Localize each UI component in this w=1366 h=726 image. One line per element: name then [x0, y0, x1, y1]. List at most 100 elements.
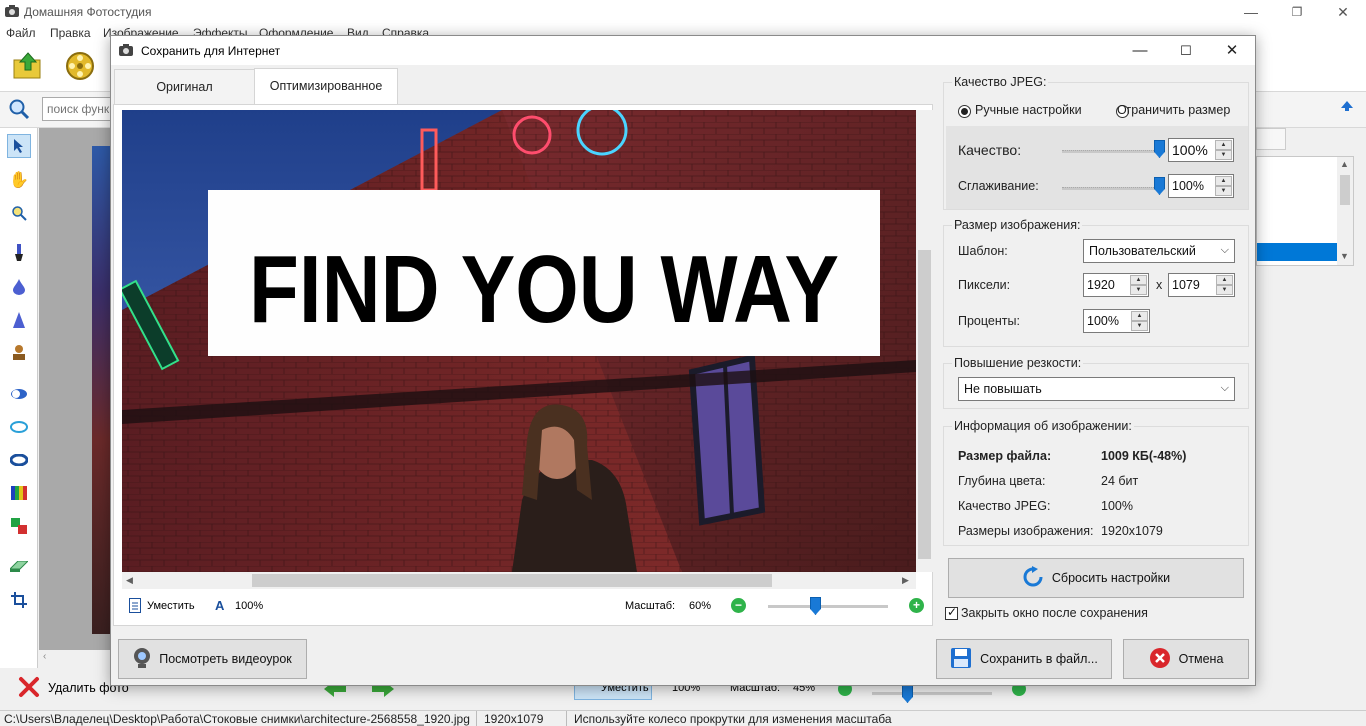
save-for-web-dialog: Сохранить для Интернет — ☐ ✕ Оригинал Оп…	[110, 35, 1256, 686]
app-close-button[interactable]: ✕	[1320, 0, 1366, 24]
bottom-zoom-slider-knob[interactable]	[902, 685, 913, 703]
width-spinbox[interactable]: 1920 ▲ ▼	[1083, 273, 1149, 297]
status-hint: Используйте колесо прокрутки для изменен…	[574, 712, 892, 726]
floppy-disk-icon	[950, 647, 972, 672]
app-restore-button[interactable]: ❐	[1274, 0, 1320, 24]
stamp-tool-icon[interactable]	[7, 341, 31, 365]
reset-settings-button[interactable]: Сбросить настройки	[948, 558, 1244, 598]
tab-optimized[interactable]: Оптимизированное	[254, 68, 398, 105]
hand-tool-icon[interactable]: ✋	[7, 168, 31, 192]
info-jpeg-quality-label: Качество JPEG:	[958, 499, 1051, 513]
main-canvas-hscroll[interactable]: ‹	[39, 650, 110, 668]
cancel-label: Отмена	[1178, 652, 1224, 666]
close-after-save-checkbox[interactable]	[945, 605, 958, 620]
smoothing-spinbox[interactable]: 100% ▲ ▼	[1168, 174, 1234, 198]
close-after-save-label[interactable]: Закрыть окно после сохранения	[961, 606, 1148, 620]
spin-down-icon[interactable]: ▼	[1215, 150, 1232, 160]
spin-up-icon[interactable]: ▲	[1131, 311, 1148, 321]
menu-edit[interactable]: Правка	[50, 26, 91, 40]
spin-up-icon[interactable]: ▲	[1215, 140, 1232, 150]
lasso-tool-icon[interactable]	[7, 415, 31, 439]
sharpen-title: Повышение резкости:	[952, 356, 1084, 370]
right-panel: ▲ ▼	[1256, 128, 1366, 668]
height-spinbox[interactable]: 1079 ▲ ▼	[1168, 273, 1235, 297]
image-size-group: Размер изображения: Шаблон: Пользователь…	[943, 218, 1249, 347]
radio-manual[interactable]	[958, 105, 971, 118]
drop-tool-icon[interactable]	[7, 275, 31, 299]
dialog-minimize-button[interactable]: —	[1117, 36, 1163, 65]
zoom-in-icon[interactable]: +	[909, 598, 924, 613]
status-dimensions: 1920x1079	[484, 712, 544, 726]
dialog-close-button[interactable]: ✕	[1209, 36, 1255, 65]
spin-down-icon[interactable]: ▼	[1215, 186, 1232, 196]
sharpen-select[interactable]: Не повышать ⌵	[958, 377, 1235, 401]
ellipse-select-icon[interactable]	[7, 382, 31, 406]
quality-spinbox[interactable]: 100% ▲ ▼	[1168, 138, 1234, 162]
menu-file[interactable]: Файл	[6, 26, 36, 40]
pixels-label: Пиксели:	[958, 278, 1011, 292]
spin-up-icon[interactable]: ▲	[1216, 275, 1233, 285]
preview-zoom-slider-knob[interactable]	[810, 597, 821, 615]
preview-image[interactable]: FIND YOU WAY	[122, 110, 916, 572]
open-folder-icon[interactable]	[12, 50, 44, 85]
spin-down-icon[interactable]: ▼	[1216, 285, 1233, 295]
percent-spinbox[interactable]: 100% ▲ ▼	[1083, 309, 1150, 333]
watch-video-button[interactable]: Посмотреть видеоурок	[118, 639, 307, 679]
quality-slider-knob[interactable]	[1154, 140, 1165, 158]
spin-up-icon[interactable]: ▲	[1215, 176, 1232, 186]
bottom-zoom-slider[interactable]	[872, 692, 992, 695]
preview-zoom-slider[interactable]	[768, 605, 888, 608]
ring-select-icon[interactable]	[7, 448, 31, 472]
search-icon[interactable]	[8, 98, 30, 123]
template-select[interactable]: Пользовательский ⌵	[1083, 239, 1235, 263]
effects-list-scrollbar[interactable]: ▲ ▼	[1337, 157, 1353, 265]
cancel-button[interactable]: Отмена	[1123, 639, 1249, 679]
delete-photo-icon[interactable]	[18, 676, 40, 701]
scroll-left-icon[interactable]: ◀	[126, 575, 133, 586]
smoothing-slider[interactable]	[1062, 187, 1160, 190]
times-sign: x	[1156, 278, 1163, 292]
info-dimensions-label: Размеры изображения:	[958, 524, 1094, 538]
save-to-file-button[interactable]: Сохранить в файл...	[936, 639, 1112, 679]
spin-up-icon[interactable]: ▲	[1130, 275, 1147, 285]
quality-slider[interactable]	[1062, 150, 1160, 153]
pointer-tool-icon[interactable]	[7, 134, 31, 158]
right-panel-tab[interactable]	[1256, 128, 1286, 150]
zoom-out-icon[interactable]: −	[731, 598, 746, 613]
film-reel-icon[interactable]	[64, 50, 96, 85]
save-to-file-label: Сохранить в файл...	[980, 652, 1098, 666]
zoom-tool-icon[interactable]	[7, 201, 31, 225]
brush-tool-icon[interactable]	[7, 241, 31, 265]
watch-video-label: Посмотреть видеоурок	[159, 652, 292, 666]
spin-down-icon[interactable]: ▼	[1131, 321, 1148, 331]
tab-original[interactable]: Оригинал	[114, 69, 255, 104]
info-color-depth-label: Глубина цвета:	[958, 474, 1046, 488]
effects-list-selected-row[interactable]	[1257, 243, 1337, 261]
spin-down-icon[interactable]: ▼	[1130, 285, 1147, 295]
preview-vscroll-thumb[interactable]	[918, 250, 931, 559]
effects-list[interactable]: ▲ ▼	[1256, 156, 1354, 266]
smoothing-slider-knob[interactable]	[1154, 177, 1165, 195]
jpeg-quality-title: Качество JPEG:	[952, 75, 1049, 89]
dialog-maximize-button[interactable]: ☐	[1163, 36, 1209, 65]
search-input[interactable]	[42, 97, 114, 121]
color-levels-icon[interactable]	[7, 481, 31, 505]
main-canvas-image	[92, 146, 110, 634]
status-file-path: C:\Users\Владелец\Desktop\Работа\Стоковы…	[4, 712, 470, 726]
radio-limit-size-label[interactable]: Ограничить размер	[1117, 103, 1230, 117]
zoom-100-button[interactable]: 100%	[235, 600, 263, 612]
eraser-tool-icon[interactable]	[7, 555, 31, 579]
sharpen-tool-icon[interactable]	[7, 308, 31, 332]
crop-tool-icon[interactable]	[7, 588, 31, 612]
app-minimize-button[interactable]: —	[1228, 0, 1274, 24]
radio-manual-label[interactable]: Ручные настройки	[975, 103, 1082, 117]
refresh-icon	[1022, 565, 1044, 591]
collapse-up-icon[interactable]	[1340, 100, 1354, 115]
fit-button[interactable]: Умеcтить	[147, 600, 195, 612]
preview-hscroll-thumb[interactable]	[252, 574, 772, 587]
webcam-icon	[133, 647, 151, 672]
fit-page-icon[interactable]	[129, 598, 141, 616]
actual-size-icon[interactable]: A	[215, 598, 224, 613]
replace-color-icon[interactable]	[7, 514, 31, 538]
scroll-right-icon[interactable]: ▶	[902, 575, 909, 586]
